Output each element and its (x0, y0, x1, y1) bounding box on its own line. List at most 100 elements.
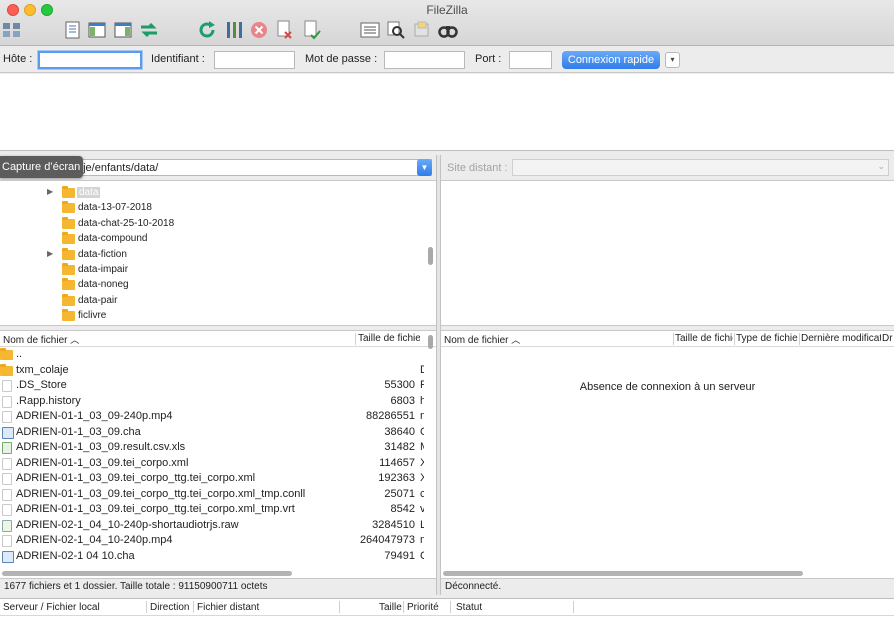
remote-col-rights-header[interactable]: Dr (882, 333, 894, 344)
port-input[interactable] (509, 51, 552, 69)
tree-item-label: ficlivre (78, 310, 107, 322)
folder-icon (62, 293, 75, 306)
local-status: 1677 fichiers et 1 dossier. Taille total… (0, 578, 436, 594)
local-list-header: Nom de fichier ︿ Taille de fichier (0, 331, 436, 347)
file-row[interactable]: ADRIEN-01-1_03_09.tei_corpo_ttg.tei_corp… (0, 471, 424, 487)
quickconnect-bar: Hôte : Identifiant : Mot de passe : Port… (0, 46, 894, 73)
remote-path-input: ⌄ (512, 159, 889, 176)
queue-col-direction[interactable]: Direction (150, 602, 189, 613)
synchronized-browsing-icon[interactable] (412, 20, 432, 40)
tree-item[interactable]: data-compound (0, 231, 420, 246)
col-size-header[interactable]: Taille de fichier (358, 333, 420, 344)
file-name: ADRIEN-01-1_03_09.tei_corpo_ttg.tei_corp… (16, 487, 306, 500)
tree-item-label: data-chat-25-10-2018 (78, 217, 175, 229)
local-file-list[interactable]: Nom de fichier ︿ Taille de fichier .. txm… (0, 330, 436, 578)
file-icon (2, 504, 12, 516)
tree-item[interactable]: data-noneg (0, 277, 420, 292)
file-type: D (420, 364, 424, 376)
file-name: ADRIEN-02-1 04 10.cha (16, 549, 135, 562)
file-list-scrollbar[interactable] (428, 335, 433, 349)
screenshot-tooltip: Capture d’écran (0, 156, 83, 178)
remote-site-label: Site distant : (447, 162, 508, 174)
file-type: v (420, 503, 424, 515)
file-row[interactable]: ADRIEN-01-1_03_09.cha 38640 C (0, 425, 424, 441)
file-row[interactable]: .Rapp.history 6803 h (0, 394, 424, 410)
remote-directory-tree[interactable] (441, 180, 894, 326)
reconnect-icon[interactable] (302, 20, 322, 40)
file-size: 264047973 (359, 534, 415, 546)
tree-item[interactable]: data-13-07-2018 (0, 200, 420, 215)
refresh-icon[interactable] (197, 20, 217, 40)
file-row[interactable]: ADRIEN-02-1 04 10.cha 79491 C (0, 549, 424, 565)
file-list-hscrollbar[interactable] (2, 571, 292, 576)
file-type: C (420, 550, 424, 562)
search-icon[interactable] (438, 20, 458, 40)
toggle-remote-tree-icon[interactable] (113, 20, 133, 40)
no-connection-message: Absence de connexion à un serveur (579, 381, 756, 393)
file-row[interactable]: ADRIEN-01-1_03_09-240p.mp4 88286551 m (0, 409, 424, 425)
toggle-log-icon[interactable] (63, 20, 83, 40)
queue-col-status[interactable]: Statut (456, 602, 482, 613)
file-row[interactable]: ADRIEN-01-1_03_09.tei_corpo.xml 114657 X (0, 456, 424, 472)
cancel-icon[interactable] (249, 20, 269, 40)
file-name: ADRIEN-01-1_03_09-240p.mp4 (16, 410, 173, 422)
queue-col-size[interactable]: Taille (379, 602, 402, 613)
file-type: m (420, 534, 424, 546)
file-row[interactable]: ADRIEN-01-1_03_09.result.csv.xls 31482 M (0, 440, 424, 456)
file-name: ADRIEN-01-1_03_09.tei_corpo_ttg.tei_corp… (16, 503, 295, 515)
queue-col-priority[interactable]: Priorité (407, 602, 439, 613)
directory-listing-filters-icon[interactable] (360, 20, 380, 40)
col-name-header[interactable]: Nom de fichier ︿ (3, 333, 79, 346)
chevron-down-icon[interactable]: ▼ (417, 159, 432, 176)
file-icon (2, 411, 12, 423)
message-log[interactable] (0, 74, 894, 151)
toggle-local-tree-icon[interactable] (87, 20, 107, 40)
quickconnect-history-dropdown[interactable]: ▾ (665, 52, 680, 68)
window-title: FileZilla (426, 3, 468, 17)
tree-scrollbar[interactable] (428, 247, 433, 265)
transfer-queue-icon[interactable] (139, 20, 159, 40)
remote-file-list[interactable]: Nom de fichier ︿ Taille de fichie Type d… (441, 330, 894, 578)
expand-arrow-icon[interactable]: ▶ (47, 249, 53, 258)
site-manager-icon[interactable] (2, 20, 22, 40)
file-row[interactable]: ADRIEN-01-1_03_09.tei_corpo_ttg.tei_corp… (0, 487, 424, 503)
transfer-queue[interactable]: Serveur / Fichier local Direction Fichie… (0, 598, 894, 631)
process-queue-icon[interactable] (224, 20, 244, 40)
file-row[interactable]: ADRIEN-01-1_03_09.tei_corpo_ttg.tei_corp… (0, 502, 424, 518)
quickconnect-button[interactable]: Connexion rapide (562, 51, 660, 69)
queue-col-remote[interactable]: Fichier distant (197, 602, 259, 613)
file-row[interactable]: txm_colaje D (0, 363, 424, 379)
remote-col-modified-header[interactable]: Dernière modificat (801, 333, 881, 344)
user-input[interactable] (214, 51, 295, 69)
tree-item[interactable]: ficlivre (0, 308, 420, 323)
file-name: ADRIEN-02-1_04_10-240p-shortaudiotrjs.ra… (16, 518, 239, 531)
tree-item[interactable]: ▶ data (0, 185, 420, 200)
queue-col-server[interactable]: Serveur / Fichier local (3, 602, 100, 613)
folder-icon (0, 348, 13, 360)
file-row[interactable]: .. (0, 347, 424, 363)
file-row[interactable]: .DS_Store 55300 F (0, 378, 424, 394)
user-label: Identifiant : (151, 53, 205, 65)
file-type: c (420, 488, 424, 500)
file-type: X (420, 472, 424, 484)
chevron-down-icon: ⌄ (877, 161, 885, 171)
local-directory-tree[interactable]: ▶ data data-13-07-2018 data-chat-25-10-2018… (0, 180, 436, 326)
password-input[interactable] (384, 51, 465, 69)
remote-col-size-header[interactable]: Taille de fichie (675, 333, 733, 344)
remote-col-name-header[interactable]: Nom de fichier ︿ (444, 333, 520, 346)
file-row[interactable]: ADRIEN-02-1_04_10-240p-shortaudiotrjs.ra… (0, 518, 424, 534)
tree-item-label: data-impair (78, 264, 129, 275)
remote-col-type-header[interactable]: Type de fichier (736, 333, 798, 344)
tree-item[interactable]: data-impair (0, 262, 420, 277)
queue-header: Serveur / Fichier local Direction Fichie… (0, 599, 894, 616)
expand-arrow-icon[interactable]: ▶ (47, 187, 53, 196)
file-row[interactable]: ADRIEN-02-1_04_10-240p.mp4 264047973 m (0, 533, 424, 549)
tree-item[interactable]: data-pair (0, 293, 420, 308)
tree-item[interactable]: data-chat-25-10-2018 (0, 216, 420, 231)
remote-hscrollbar[interactable] (443, 571, 803, 576)
host-input[interactable] (38, 51, 142, 69)
disconnect-icon[interactable] (275, 20, 295, 40)
file-icon (2, 519, 12, 532)
tree-item[interactable]: ▶ data-fiction (0, 247, 420, 262)
compare-directories-icon[interactable] (386, 20, 406, 40)
